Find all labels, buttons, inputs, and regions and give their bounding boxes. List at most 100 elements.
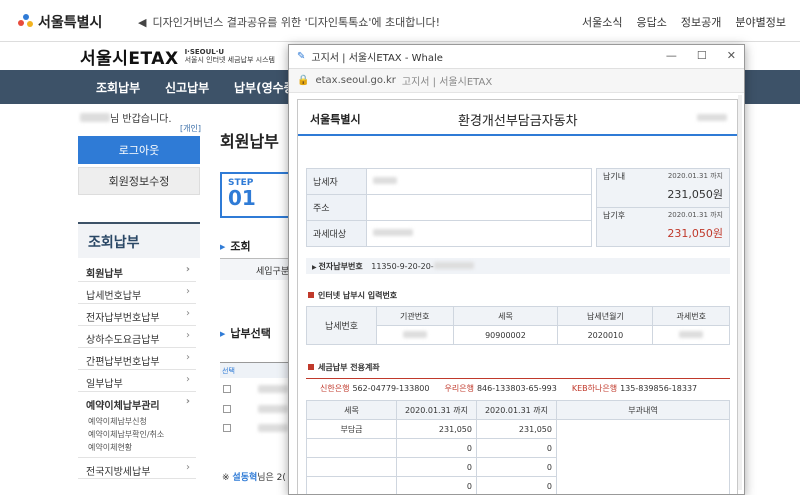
tax-name [306, 476, 397, 494]
due-in-amount: 231,050원 [667, 188, 723, 201]
due-after-cell: 납기후 2020.01.31 까지 231,050원 [596, 207, 730, 247]
tax-amount: 0 [476, 457, 557, 477]
epay-label: 전자납부번호 [318, 262, 363, 271]
utility-link-field-info[interactable]: 분야별정보 [735, 14, 786, 30]
lnb-subitem-status[interactable]: 예약이체현황 [78, 440, 196, 453]
notice-bar[interactable]: ◀ 디자인거버넌스 결과공유를 위한 '디자인톡톡쇼'에 초대합니다! [138, 14, 440, 30]
lnb-item-label: 상하수도요금납부 [86, 335, 160, 346]
bank-section-title: 세금납부 전용계좌 [308, 362, 380, 373]
tax-detail-table: 세목 2020.01.31 까지 2020.01.31 까지 부과내역 부담금 … [306, 400, 730, 494]
bill-popup-window[interactable]: ✎ 고지서 | 서울시ETAX - Whale — ☐ ✕ 🔒 etax.seo… [288, 44, 745, 495]
etax-title: 서울시ETAX [80, 48, 179, 69]
lnb-subitem-apply[interactable]: 예약이체납부신청 [78, 414, 196, 427]
notice-text[interactable]: 디자인거버넌스 결과공유를 위한 '디자인톡톡쇼'에 초대합니다! [152, 14, 440, 30]
chevron-right-icon: › [186, 330, 190, 341]
inet-header: 납세년월기 [557, 306, 654, 326]
lnb-item-label: 회원납부 [86, 269, 123, 280]
row-value-blurred [258, 424, 288, 432]
lnb-item-label: 전국지방세납부 [86, 467, 151, 478]
inet-section-title: 인터넷 납부시 입력번호 [308, 290, 397, 301]
seoul-logo-icon [18, 14, 34, 30]
utility-links: 서울소식 응답소 정보공개 분야별정보 [582, 14, 786, 30]
inet-header: 과세번호 [652, 306, 730, 326]
etax-subtitle: I·SEOUL·U 서울시 인터넷 세금납부 시스템 [185, 48, 275, 64]
utility-link-response[interactable]: 응답소 [637, 14, 667, 30]
row-checkbox[interactable] [223, 385, 231, 393]
tax-amount: 0 [396, 457, 477, 477]
popup-titlebar[interactable]: ✎ 고지서 | 서울시ETAX - Whale — ☐ ✕ [289, 45, 744, 69]
bank-name: KEB하나은행 [571, 384, 618, 393]
lnb-item-simple-pay[interactable]: 간편납부번호납부 › [78, 348, 196, 370]
due-in-date: 2020.01.31 까지 [667, 172, 723, 180]
maximize-icon[interactable]: ☐ [697, 49, 707, 62]
section-inquiry: 조회 [220, 238, 250, 254]
lnb-item-scheduled-pay[interactable]: 예약이체납부관리 › [78, 392, 196, 414]
chevron-right-icon: › [186, 286, 190, 297]
tax-header: 세목 [306, 400, 397, 420]
row-value-blurred [258, 385, 288, 393]
tax-amount: 231,050 [396, 419, 477, 439]
chevron-right-icon: › [185, 264, 190, 275]
tax-amount: 0 [476, 438, 557, 458]
minimize-icon[interactable]: — [666, 49, 677, 62]
gnb-inquiry-pay[interactable]: 조회납부 [96, 79, 140, 96]
due-table: 납기내 2020.01.31 까지 231,050원 납기후 2020.01.3… [596, 168, 730, 247]
due-after-date: 2020.01.31 까지 [667, 211, 723, 219]
utility-link-news[interactable]: 서울소식 [582, 14, 622, 30]
site-header: 서울특별시 ◀ 디자인거버넌스 결과공유를 위한 '디자인톡톡쇼'에 초대합니다… [0, 0, 800, 42]
bank-account: 135-839856-18337 [620, 384, 698, 393]
lnb-subitem-confirm[interactable]: 예약이체납부확인/취소 [78, 427, 196, 440]
due-in-cell: 납기내 2020.01.31 까지 231,050원 [596, 168, 730, 208]
address-title: 고지서 | 서울시ETAX [401, 77, 493, 88]
tax-amount: 0 [396, 476, 477, 494]
bill-header: 서울특별시 환경개선부담금자동차 [298, 100, 737, 136]
bank-account: 846-133803-65-993 [476, 384, 557, 393]
bank-name: 신한은행 [320, 384, 350, 393]
tax-header: 부과내역 [556, 400, 730, 420]
lnb-item-taxno-pay[interactable]: 납세번호납부 › [78, 282, 196, 304]
bill-number-blurred [697, 114, 727, 121]
target-label: 과세대상 [306, 220, 367, 247]
due-after-label: 납기후 [603, 211, 626, 220]
epay-number-blurred [433, 262, 474, 269]
lnb-item-label: 예약이체납부관리 [86, 401, 160, 412]
lnb-item-partial-pay[interactable]: 일부납부 › [78, 370, 196, 392]
lnb-item-member-pay[interactable]: 회원납부 › [78, 260, 196, 282]
user-name-blurred [80, 113, 110, 122]
step-indicator: STEP 01 [220, 172, 290, 218]
user-type-label: [개인] [180, 124, 201, 133]
utility-link-disclosure[interactable]: 정보공개 [681, 14, 721, 30]
logout-button[interactable]: 로그아웃 [78, 136, 200, 164]
row-checkbox[interactable] [223, 424, 231, 432]
payer-value [366, 168, 592, 195]
note-username: 설동혁 [232, 473, 258, 483]
lnb-item-water-pay[interactable]: 상하수도요금납부 › [78, 326, 196, 348]
lnb-item-national-pay[interactable]: 전국지방세납부 › [78, 457, 196, 479]
tax-type-label: 세입구분 [220, 258, 290, 280]
lnb-item-epay-pay[interactable]: 전자납부번호납부 › [78, 304, 196, 326]
tax-amount: 0 [476, 476, 557, 494]
seoul-logo[interactable]: 서울특별시 [18, 12, 102, 32]
table-row: 부담금 231,050 231,050 [306, 419, 730, 494]
chevron-right-icon: › [186, 374, 190, 385]
due-after-amount: 231,050원 [667, 227, 723, 240]
lnb-item-label: 납세번호납부 [86, 291, 142, 302]
address-bar[interactable]: 🔒 etax.seoul.go.kr 고지서 | 서울시ETAX [289, 69, 744, 93]
etax-logo[interactable]: 서울시ETAX I·SEOUL·U 서울시 인터넷 세금납부 시스템 [80, 44, 300, 69]
row-checkbox[interactable] [223, 405, 231, 413]
seoul-logo-text: 서울특별시 [38, 15, 103, 31]
megaphone-icon: ◀ [138, 15, 147, 29]
scrollbar[interactable] [738, 95, 742, 490]
gnb-report-pay[interactable]: 신고납부 [165, 79, 209, 96]
epay-number-row: ▶ 전자납부번호 11350-9-20-20- [306, 258, 730, 274]
gnb-receipt[interactable]: 납부(영수증 [234, 79, 295, 96]
edit-member-button[interactable]: 회원정보수정 [78, 167, 200, 195]
inet-value [376, 325, 454, 345]
lnb-item-label: 간편납부번호납부 [86, 357, 160, 368]
payer-label: 납세자 [306, 168, 367, 195]
tax-header: 2020.01.31 까지 [476, 400, 557, 420]
close-icon[interactable]: ✕ [727, 49, 736, 62]
popup-title: 고지서 | 서울시ETAX - Whale [311, 53, 443, 64]
chevron-right-icon: › [186, 462, 190, 473]
bill-logo: 서울특별시 [310, 113, 361, 126]
